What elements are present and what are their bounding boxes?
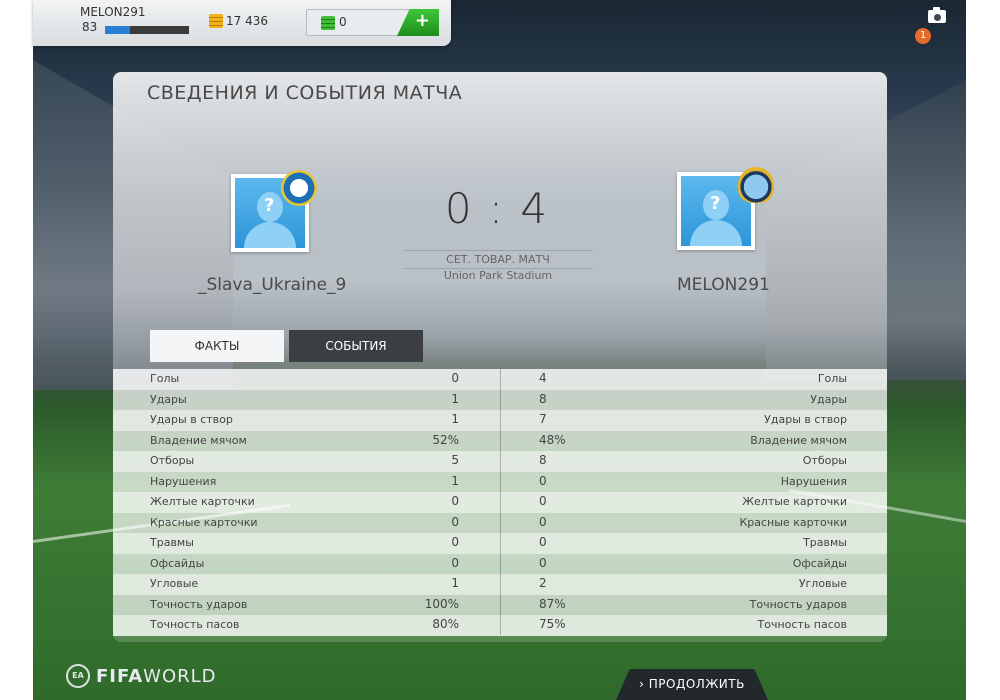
stat-label-away: Нарушения <box>780 474 847 488</box>
stat-label-home: Точность ударов <box>150 597 248 611</box>
stat-label-home: Офсайды <box>150 556 205 570</box>
stats-divider <box>500 369 501 635</box>
away-team-name: MELON291 <box>677 275 770 295</box>
stat-label-away: Офсайды <box>792 556 847 570</box>
stat-value-away: 8 <box>539 391 547 406</box>
stat-value-home: 0 <box>451 494 459 508</box>
stat-value-home: 1 <box>451 391 459 406</box>
fifa-points-icon <box>321 16 335 30</box>
user-status-bar: MELON291 83 17 436 0 + <box>33 0 451 46</box>
stat-value-home: 0 <box>451 514 459 529</box>
stat-label-away: Удары в створ <box>764 413 847 426</box>
stat-value-away: 0 <box>539 473 547 488</box>
brand-text: FIFA <box>96 665 144 687</box>
stat-value-away: 87% <box>539 596 566 611</box>
stat-label-away: Угловые <box>798 577 847 590</box>
xp-progress-fill <box>105 26 131 34</box>
match-score: 0 : 4 <box>444 184 550 233</box>
stat-value-away: 0 <box>539 494 547 508</box>
stat-value-home: 1 <box>451 473 459 488</box>
home-club-crest-icon <box>281 170 317 206</box>
away-club-crest-icon <box>738 167 774 203</box>
stat-value-home: 0 <box>451 535 459 549</box>
stat-label-away: Точность ударов <box>749 597 847 611</box>
stat-label-home: Удары <box>150 392 187 406</box>
fifa-points-box: 0 + <box>306 9 439 36</box>
home-team-name: _Slava_Ukraine_9 <box>198 275 347 295</box>
stat-value-away: 48% <box>539 432 566 447</box>
stat-value-home: 52% <box>432 432 459 447</box>
notification-badge[interactable]: 1 <box>915 28 931 44</box>
brand-text-rest: WORLD <box>143 665 217 687</box>
stat-label-home: Владение мячом <box>150 433 247 447</box>
xp-progress-bar <box>105 26 189 34</box>
fifa-world-logo: EA FIFAWORLD <box>66 664 217 688</box>
coins-value: 17 436 <box>226 14 268 28</box>
stat-value-home: 5 <box>451 453 459 467</box>
continue-button[interactable]: › ПРОДОЛЖИТЬ <box>616 669 768 700</box>
stat-label-home: Голы <box>150 372 180 385</box>
stat-value-away: 0 <box>539 514 547 529</box>
stat-label-away: Точность пасов <box>757 618 848 631</box>
add-points-button[interactable]: + <box>397 9 439 36</box>
stat-label-away: Отборы <box>802 454 847 467</box>
stat-label-home: Отборы <box>150 454 195 467</box>
user-name: MELON291 <box>80 5 146 19</box>
stat-value-home: 1 <box>451 576 459 590</box>
match-type: СЕТ. ТОВАР. МАТЧ <box>403 250 593 269</box>
stat-label-home: Удары в створ <box>150 413 233 426</box>
stat-value-home: 1 <box>451 412 459 426</box>
stat-value-away: 0 <box>539 535 547 549</box>
stat-value-home: 0 <box>451 371 459 385</box>
stat-label-home: Нарушения <box>150 474 217 488</box>
stat-label-away: Владение мячом <box>750 433 847 447</box>
stat-value-away: 0 <box>539 555 547 570</box>
stat-label-home: Травмы <box>150 536 194 549</box>
stat-value-home: 0 <box>451 555 459 570</box>
stat-value-away: 75% <box>539 617 566 631</box>
tab-events[interactable]: СОБЫТИЯ <box>289 330 423 362</box>
stat-value-away: 8 <box>539 453 547 467</box>
stat-label-home: Угловые <box>150 577 199 590</box>
camera-icon[interactable] <box>928 7 946 23</box>
stat-value-home: 80% <box>432 617 459 631</box>
stat-value-away: 7 <box>539 412 547 426</box>
user-level: 83 <box>82 20 98 34</box>
stat-label-away: Голы <box>817 372 847 385</box>
fifa-points-value: 0 <box>339 15 347 29</box>
ea-logo-icon: EA <box>66 664 90 688</box>
tab-facts[interactable]: ФАКТЫ <box>150 330 284 362</box>
coins-icon <box>209 14 223 28</box>
stat-label-away: Желтые карточки <box>742 495 847 508</box>
stat-label-away: Травмы <box>803 536 847 549</box>
stat-label-away: Удары <box>810 392 847 406</box>
stat-label-home: Точность пасов <box>150 618 240 631</box>
stat-value-away: 2 <box>539 576 547 590</box>
stat-value-home: 100% <box>424 596 459 611</box>
stat-value-away: 4 <box>539 371 547 385</box>
stadium-name: Union Park Stadium <box>443 269 553 282</box>
stat-label-away: Красные карточки <box>739 515 847 529</box>
page-title: СВЕДЕНИЯ И СОБЫТИЯ МАТЧА <box>147 82 463 104</box>
stat-label-home: Желтые карточки <box>150 495 255 508</box>
stat-label-home: Красные карточки <box>150 515 258 529</box>
